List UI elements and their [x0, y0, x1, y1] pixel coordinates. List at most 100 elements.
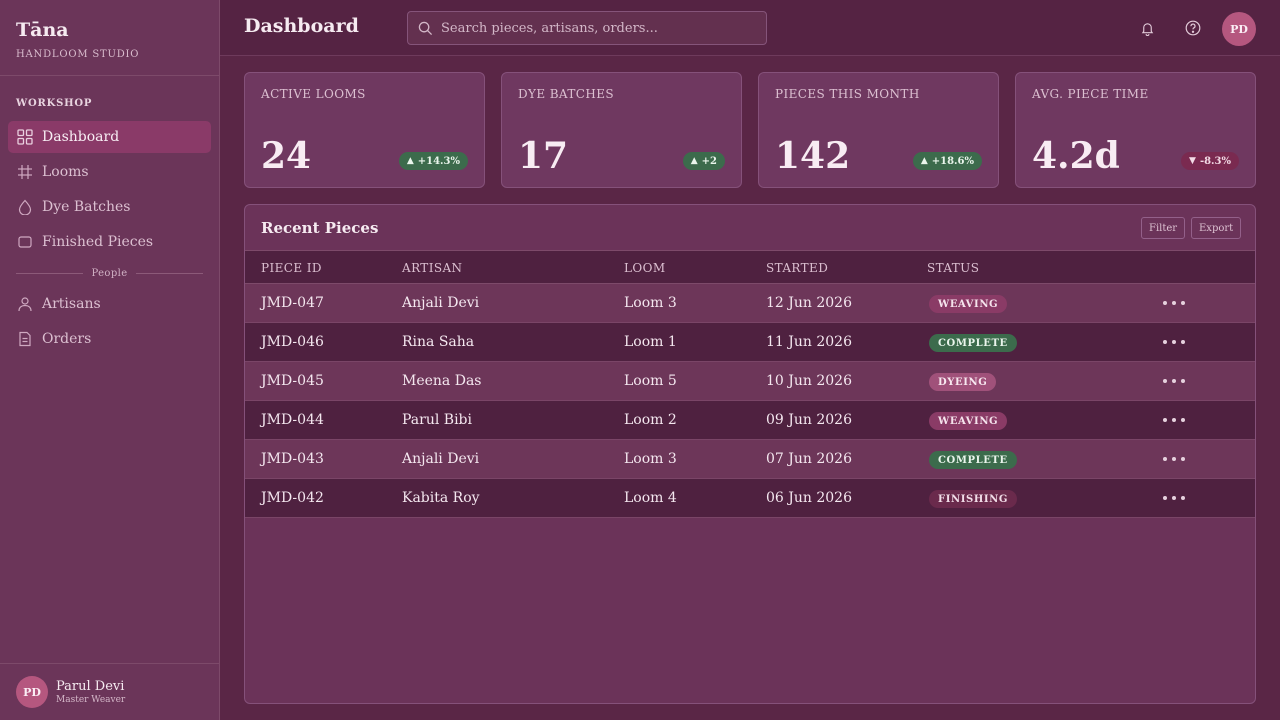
panel-title: Recent Pieces [261, 219, 379, 237]
user-icon [16, 295, 34, 313]
cell-started: 09 Jun 2026 [766, 412, 852, 428]
cell-piece-id: JMD-047 [261, 295, 324, 311]
more-options-icon[interactable] [1163, 489, 1185, 507]
search-input[interactable] [441, 20, 751, 36]
column-header-status[interactable]: STATUS [927, 261, 979, 275]
cell-piece-id: JMD-043 [261, 451, 324, 467]
filter-button[interactable]: Filter [1141, 217, 1186, 239]
sidebar-item-label: Orders [42, 331, 92, 347]
sidebar-item-artisans[interactable]: Artisans [8, 288, 211, 320]
sidebar-item-orders[interactable]: Orders [8, 323, 211, 355]
brand-name: Tāna [16, 19, 69, 41]
cell-artisan: Parul Bibi [402, 412, 472, 428]
stat-value: 24 [261, 135, 312, 177]
table-row[interactable]: JMD-043 Anjali Devi Loom 3 07 Jun 2026 C… [245, 440, 1255, 479]
cell-piece-id: JMD-044 [261, 412, 324, 428]
stat-label: AVG. PIECE TIME [1032, 87, 1149, 101]
stat-label: ACTIVE LOOMS [261, 87, 366, 101]
triangle-up-icon: ▲ [690, 156, 698, 166]
stat-value: 17 [518, 135, 569, 177]
stat-delta: ▲ +2 [682, 152, 725, 170]
column-header-loom[interactable]: LOOM [624, 261, 666, 275]
cell-artisan: Anjali Devi [402, 451, 480, 467]
stat-card-active-looms: ACTIVE LOOMS 24 ▲ +14.3% [244, 72, 485, 188]
user-name: Parul Devi [56, 679, 125, 694]
sidebar-item-label: Dye Batches [42, 199, 131, 215]
avatar: PD [16, 676, 48, 708]
sidebar-item-label: Artisans [42, 296, 101, 312]
nav-section-people-label: People [91, 267, 128, 279]
status-badge: FINISHING [929, 490, 1018, 508]
cell-artisan: Kabita Roy [402, 490, 480, 506]
cell-piece-id: JMD-045 [261, 373, 324, 389]
stat-card-dye-batches: DYE BATCHES 17 ▲ +2 [501, 72, 742, 188]
stat-value: 4.2d [1032, 135, 1120, 177]
user-role: Master Weaver [56, 695, 126, 705]
table-row[interactable]: JMD-044 Parul Bibi Loom 2 09 Jun 2026 WE… [245, 401, 1255, 440]
column-header-piece-id[interactable]: PIECE ID [261, 261, 322, 275]
nav-section-people: People [16, 266, 204, 280]
document-icon [16, 330, 34, 348]
loom-grid-icon [16, 163, 34, 181]
user-profile[interactable]: PD Parul Devi Master Weaver [0, 663, 219, 720]
cell-artisan: Anjali Devi [402, 295, 480, 311]
search-box[interactable] [407, 11, 767, 45]
stat-card-pieces-this-month: PIECES THIS MONTH 142 ▲ +18.6% [758, 72, 999, 188]
table-row[interactable]: JMD-042 Kabita Roy Loom 4 06 Jun 2026 FI… [245, 479, 1255, 518]
table-row[interactable]: JMD-046 Rina Saha Loom 1 11 Jun 2026 COM… [245, 323, 1255, 362]
stat-delta: ▲ +18.6% [912, 152, 982, 170]
bell-icon[interactable] [1137, 18, 1157, 38]
cell-loom: Loom 2 [624, 412, 677, 428]
more-options-icon[interactable] [1163, 411, 1185, 429]
more-options-icon[interactable] [1163, 372, 1185, 390]
cell-started: 12 Jun 2026 [766, 295, 852, 311]
brand-subtitle: HANDLOOM STUDIO [16, 49, 140, 60]
cell-loom: Loom 3 [624, 295, 677, 311]
table-header: PIECE ID ARTISAN LOOM STARTED STATUS [245, 251, 1255, 284]
sidebar-item-looms[interactable]: Looms [8, 156, 211, 188]
stat-delta: ▼ -8.3% [1181, 152, 1239, 170]
cell-started: 07 Jun 2026 [766, 451, 852, 467]
sidebar-item-dashboard[interactable]: Dashboard [8, 121, 211, 153]
sidebar-item-finished-pieces[interactable]: Finished Pieces [8, 226, 211, 258]
table-row[interactable]: JMD-047 Anjali Devi Loom 3 12 Jun 2026 W… [245, 284, 1255, 323]
sidebar: Tāna HANDLOOM STUDIO WORKSHOP Dashboard … [0, 0, 220, 720]
search-icon [418, 21, 433, 35]
stat-delta: ▲ +14.3% [398, 152, 468, 170]
status-badge: WEAVING [929, 412, 1008, 430]
sidebar-item-label: Dashboard [42, 129, 120, 145]
cell-loom: Loom 5 [624, 373, 677, 389]
recent-pieces-panel: Recent Pieces Filter Export PIECE ID ART… [244, 204, 1256, 704]
export-button[interactable]: Export [1191, 217, 1242, 239]
more-options-icon[interactable] [1163, 333, 1185, 351]
triangle-down-icon: ▼ [1189, 156, 1196, 166]
sidebar-item-dye-batches[interactable]: Dye Batches [8, 191, 211, 223]
header-avatar[interactable]: PD [1222, 12, 1256, 46]
more-options-icon[interactable] [1163, 294, 1185, 312]
table-row[interactable]: JMD-045 Meena Das Loom 5 10 Jun 2026 DYE… [245, 362, 1255, 401]
brand: Tāna HANDLOOM STUDIO [0, 0, 219, 76]
cell-started: 06 Jun 2026 [766, 490, 852, 506]
page-title: Dashboard [244, 15, 359, 37]
cell-artisan: Rina Saha [402, 334, 475, 350]
cell-piece-id: JMD-046 [261, 334, 324, 350]
sidebar-item-label: Looms [42, 164, 89, 180]
nav-section-workshop: WORKSHOP [16, 98, 93, 109]
more-options-icon[interactable] [1163, 450, 1185, 468]
triangle-up-icon: ▲ [406, 156, 414, 166]
cell-artisan: Meena Das [402, 373, 482, 389]
status-badge: WEAVING [929, 295, 1008, 313]
column-header-started[interactable]: STARTED [766, 261, 828, 275]
grid-icon [16, 128, 34, 146]
cell-loom: Loom 3 [624, 451, 677, 467]
cell-loom: Loom 4 [624, 490, 677, 506]
status-badge: COMPLETE [929, 451, 1017, 469]
square-icon [16, 233, 34, 251]
cell-piece-id: JMD-042 [261, 490, 324, 506]
status-badge: DYEING [929, 373, 997, 391]
help-icon[interactable] [1183, 18, 1203, 38]
cell-started: 11 Jun 2026 [766, 334, 852, 350]
droplet-icon [16, 198, 34, 216]
stat-card-avg-piece-time: AVG. PIECE TIME 4.2d ▼ -8.3% [1015, 72, 1256, 188]
column-header-artisan[interactable]: ARTISAN [402, 261, 462, 275]
